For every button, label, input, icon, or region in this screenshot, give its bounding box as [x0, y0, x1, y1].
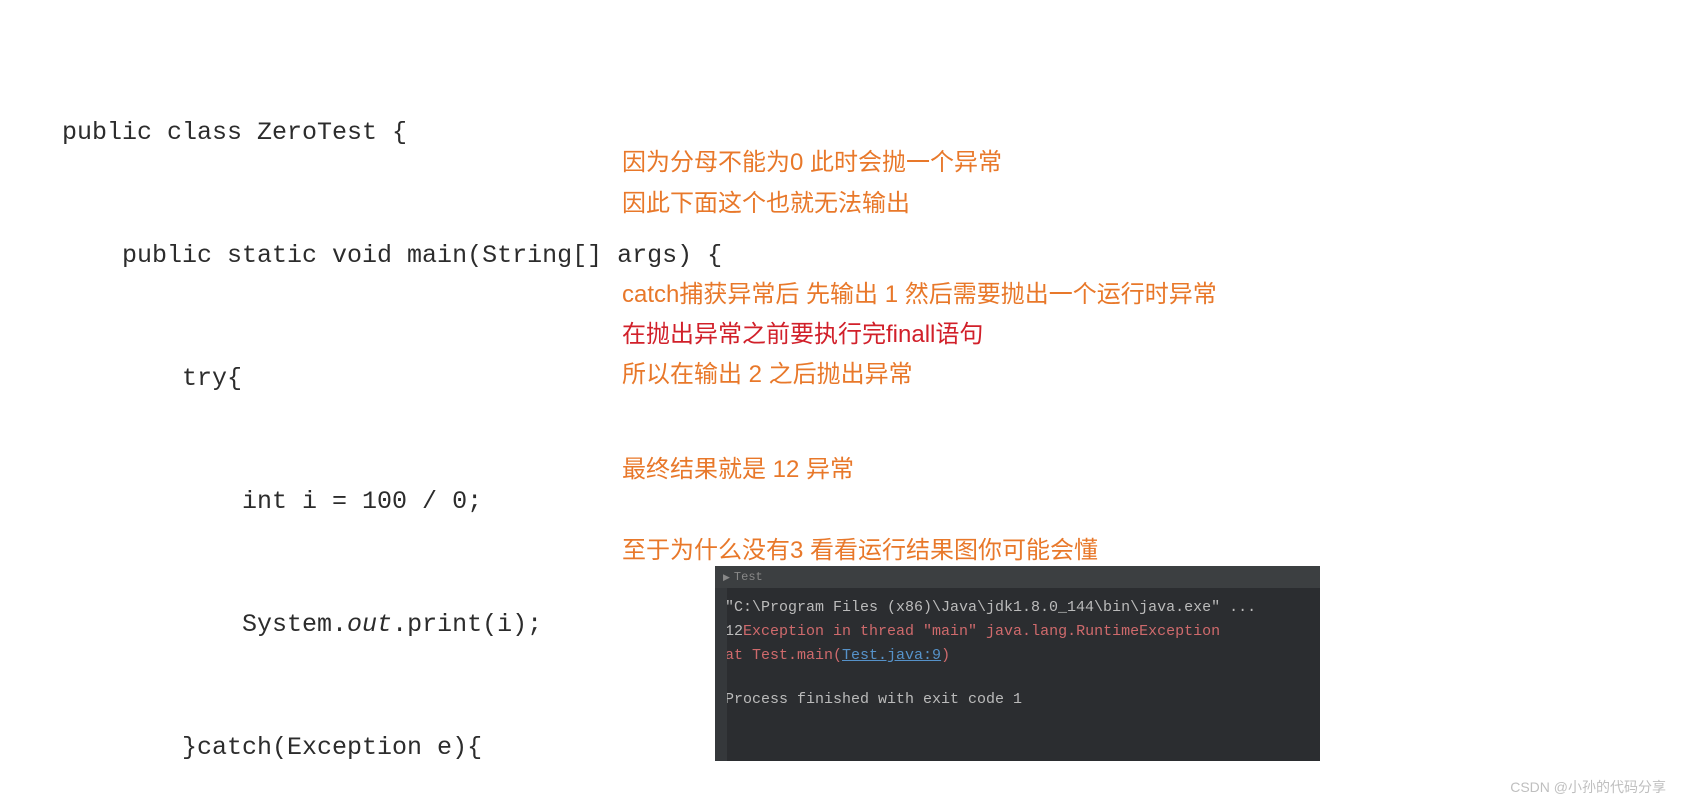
- code-line: int i = 100 / 0;: [62, 481, 722, 522]
- watermark: CSDN @小孙的代码分享: [1510, 777, 1666, 797]
- console-line: at Test.main(Test.java:9): [725, 644, 1310, 668]
- console-line: Process finished with exit code 1: [725, 688, 1310, 712]
- annotation: catch捕获异常后 先输出 1 然后需要抛出一个运行时异常: [622, 274, 1217, 309]
- console-gutter: [715, 588, 727, 761]
- code-line: public static void main(String[] args) {: [62, 235, 722, 276]
- console-stdout: 12: [725, 623, 743, 640]
- annotation: 在抛出异常之前要执行完finall语句: [622, 314, 983, 349]
- annotation: 最终结果就是 12 异常: [622, 449, 854, 484]
- page-root: public class ZeroTest { public static vo…: [0, 0, 1682, 807]
- annotation: 所以在输出 2 之后抛出异常: [622, 354, 913, 389]
- console-tabbar: Test: [715, 566, 1320, 588]
- annotation: 至于为什么没有3 看看运行结果图你可能会懂: [622, 530, 1098, 565]
- console-line: "C:\Program Files (x86)\Java\jdk1.8.0_14…: [725, 596, 1310, 620]
- console-line: 12Exception in thread "main" java.lang.R…: [725, 620, 1310, 644]
- console-stderr: Exception in thread "main" java.lang.Run…: [743, 623, 1220, 640]
- code-line: System.out.print(i);: [62, 604, 722, 645]
- console-body: "C:\Program Files (x86)\Java\jdk1.8.0_14…: [715, 588, 1320, 722]
- console-panel: Test "C:\Program Files (x86)\Java\jdk1.8…: [715, 566, 1320, 761]
- code-line: }catch(Exception e){: [62, 727, 722, 768]
- annotation: 因此下面这个也就无法输出: [622, 183, 910, 218]
- console-tab-label: Test: [734, 570, 763, 584]
- stacktrace-link[interactable]: Test.java:9: [842, 647, 941, 664]
- run-icon: [723, 570, 734, 584]
- annotation: 因为分母不能为0 此时会抛一个异常: [622, 142, 1002, 177]
